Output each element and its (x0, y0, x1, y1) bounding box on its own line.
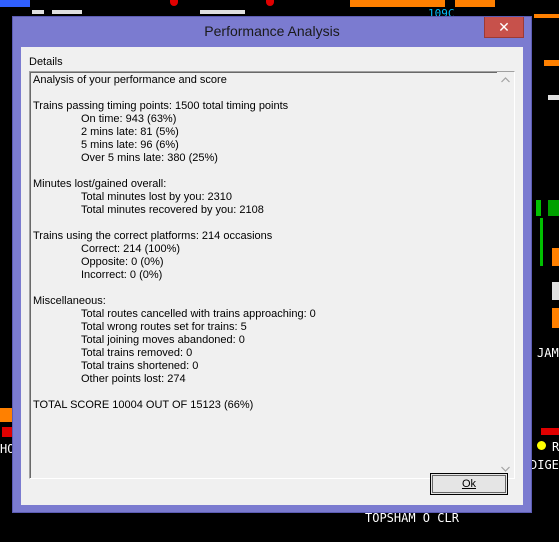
track-segment (52, 10, 82, 14)
track-segment (2, 427, 12, 437)
track-segment (540, 218, 543, 266)
signal-light (266, 0, 274, 6)
dialog-client-area: Details Analysis of your performance and… (21, 47, 523, 505)
ok-button-label: Ok (461, 478, 477, 490)
station-label-bottom: TOPSHAM O CLR (365, 511, 459, 525)
track-segment (350, 0, 445, 7)
timing-over-5-mins-late: Over 5 mins late: 380 (25%) (81, 152, 218, 164)
misc-joining-abandoned: Total joining moves abandoned: 0 (81, 334, 245, 346)
track-segment (534, 14, 559, 18)
minutes-recovered: Total minutes recovered by you: 2108 (81, 204, 264, 216)
berth-label-ray: R (552, 440, 559, 454)
signal-light (536, 200, 541, 216)
performance-analysis-dialog: Performance Analysis ✕ Details Analysis … (12, 16, 532, 513)
track-segment (0, 0, 30, 7)
timing-header: Trains passing timing points: 1500 total… (33, 100, 289, 112)
signal-light (537, 441, 546, 450)
misc-wrong-routes: Total wrong routes set for trains: 5 (81, 321, 247, 333)
platforms-header: Trains using the correct platforms: 214 … (33, 230, 273, 242)
track-segment (200, 10, 245, 14)
report-heading: Analysis of your performance and score (33, 74, 227, 86)
platforms-opposite: Opposite: 0 (0%) (81, 256, 164, 268)
timing-on-time: On time: 943 (63%) (81, 113, 177, 125)
close-icon: ✕ (498, 19, 510, 35)
berth-label-right: JAM (537, 346, 559, 360)
dialog-title: Performance Analysis (204, 23, 340, 39)
misc-other-points-lost: Other points lost: 274 (81, 373, 186, 385)
signal-light (170, 0, 178, 6)
minutes-header: Minutes lost/gained overall: (33, 178, 167, 190)
track-segment (541, 428, 559, 435)
misc-trains-removed: Total trains removed: 0 (81, 347, 193, 359)
scroll-up-arrow-icon[interactable] (497, 72, 514, 89)
report-text: Analysis of your performance and score T… (33, 74, 497, 412)
platforms-correct: Correct: 214 (100%) (81, 243, 181, 255)
title-bar[interactable]: Performance Analysis ✕ (13, 17, 531, 47)
misc-header: Miscellaneous: (33, 295, 106, 307)
ok-button[interactable]: Ok (430, 473, 508, 495)
timing-5-mins-late: 5 mins late: 96 (6%) (81, 139, 179, 151)
vertical-scrollbar[interactable] (497, 72, 514, 478)
track-segment (548, 200, 559, 216)
details-textbox[interactable]: Analysis of your performance and score T… (29, 71, 515, 479)
track-segment (552, 308, 559, 328)
track-segment (548, 95, 559, 100)
berth-label-right-2: DIGE (530, 458, 559, 472)
misc-routes-cancelled: Total routes cancelled with trains appro… (81, 308, 316, 320)
track-segment (552, 248, 559, 266)
track-segment (552, 282, 559, 300)
timing-2-mins-late: 2 mins late: 81 (5%) (81, 126, 179, 138)
track-segment (32, 10, 44, 14)
minutes-lost: Total minutes lost by you: 2310 (81, 191, 233, 203)
track-segment (0, 408, 12, 422)
total-score: TOTAL SCORE 10004 OUT OF 15123 (66%) (33, 399, 254, 411)
track-segment (455, 0, 495, 7)
misc-trains-shortened: Total trains shortened: 0 (81, 360, 199, 372)
platforms-incorrect: Incorrect: 0 (0%) (81, 269, 163, 281)
close-button[interactable]: ✕ (484, 17, 524, 38)
track-segment (544, 60, 559, 66)
details-label: Details (29, 56, 63, 68)
